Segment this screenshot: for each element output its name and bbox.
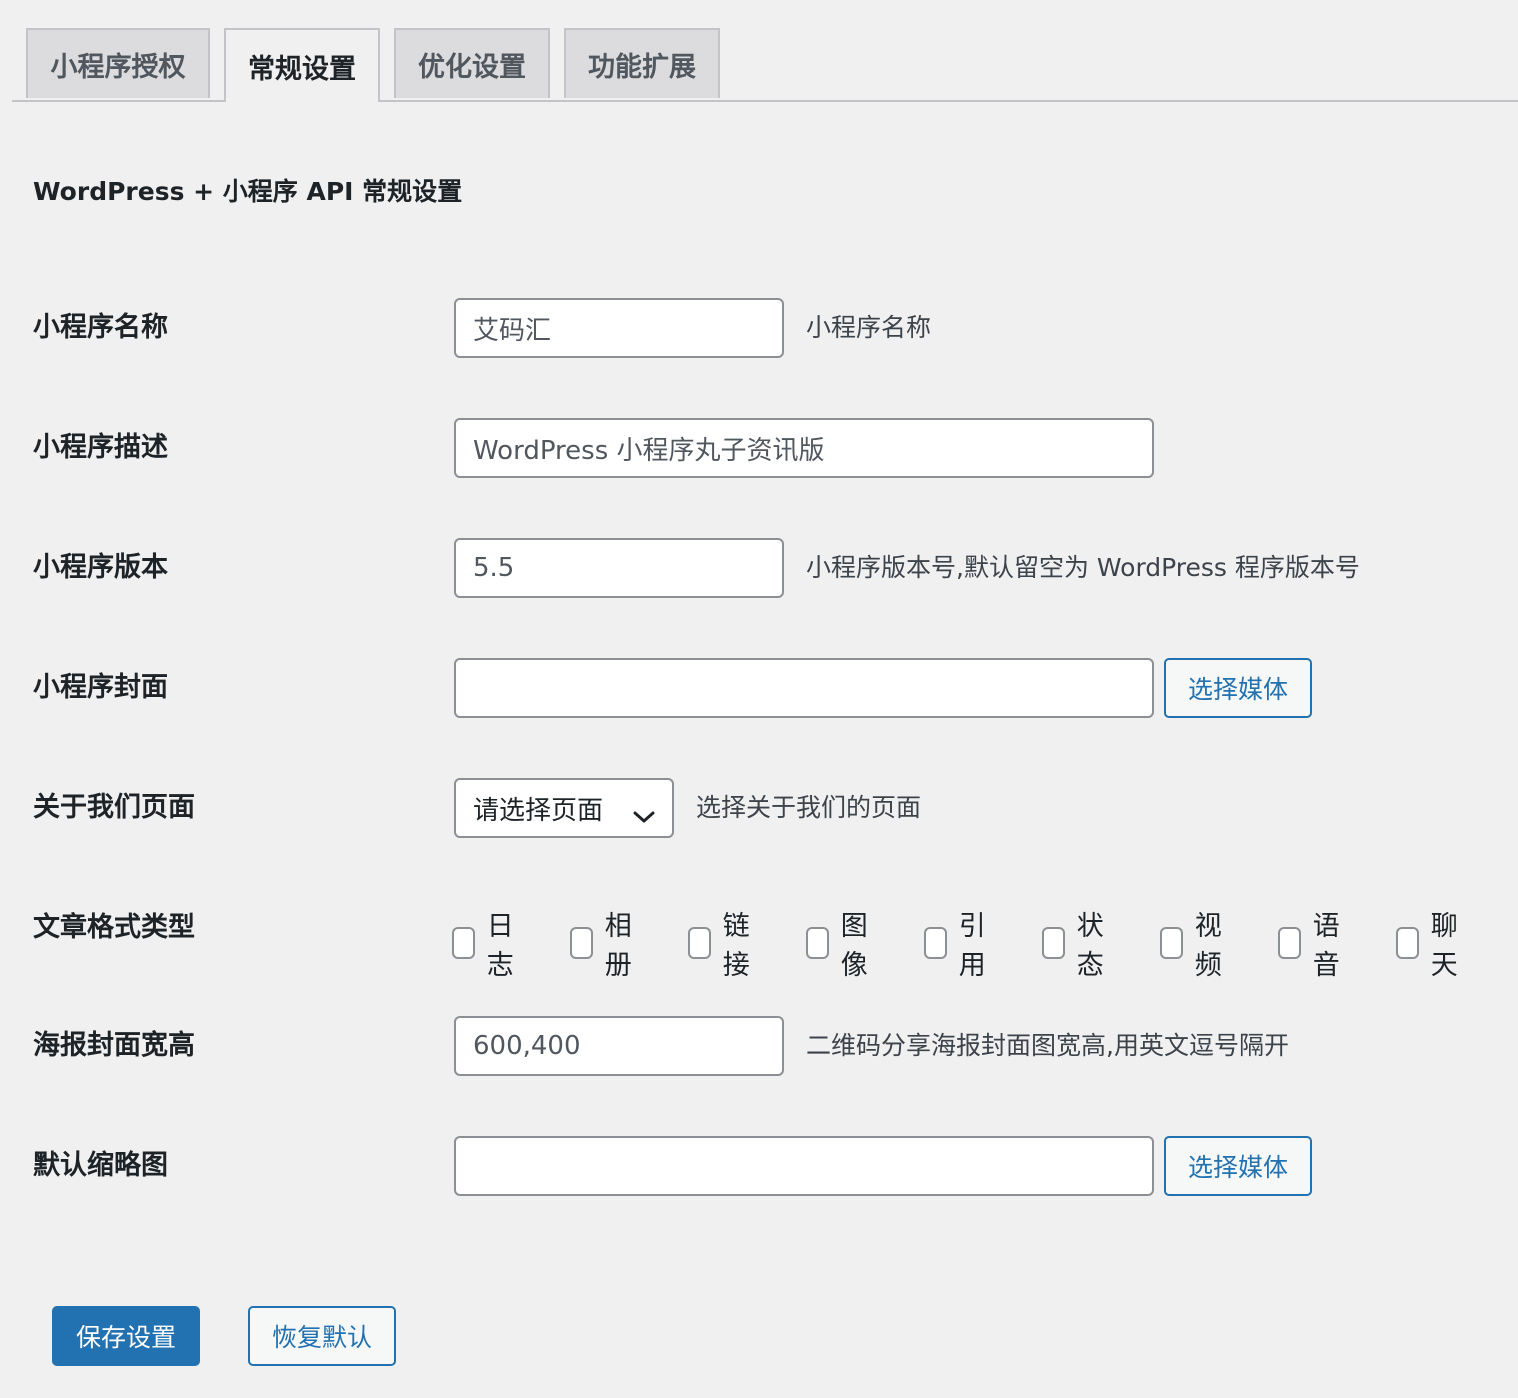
app-cover-input[interactable] — [454, 658, 1154, 718]
post-format-option-audio[interactable]: 语音 — [1278, 904, 1349, 982]
default-thumb-input[interactable] — [454, 1136, 1154, 1196]
checkbox-label: 聊天 — [1430, 911, 1458, 981]
tab-bar: 小程序授权 常规设置 优化设置 功能扩展 — [12, 28, 1518, 102]
app-cover-media-button[interactable]: 选择媒体 — [1164, 658, 1312, 718]
chevron-down-icon — [633, 801, 655, 823]
post-format-option-gallery[interactable]: 相册 — [570, 904, 641, 982]
save-settings-button[interactable]: 保存设置 — [52, 1306, 200, 1366]
post-format-option-aside[interactable]: 日志 — [452, 904, 523, 982]
checkbox-label: 链接 — [722, 911, 750, 981]
post-format-option-chat[interactable]: 聊天 — [1396, 904, 1467, 982]
tab-authorization[interactable]: 小程序授权 — [26, 28, 210, 98]
post-format-option-image[interactable]: 图像 — [806, 904, 877, 982]
checkbox[interactable] — [570, 927, 593, 959]
checkbox-label: 相册 — [604, 911, 632, 981]
reset-defaults-button[interactable]: 恢复默认 — [248, 1306, 396, 1366]
checkbox[interactable] — [1042, 927, 1065, 959]
app-version-label: 小程序版本 — [33, 552, 168, 583]
checkbox-label: 视频 — [1194, 911, 1222, 981]
default-thumb-media-button[interactable]: 选择媒体 — [1164, 1136, 1312, 1196]
checkbox[interactable] — [1396, 927, 1419, 959]
app-name-description: 小程序名称 — [806, 313, 932, 342]
checkbox-label: 日志 — [486, 911, 514, 981]
checkbox-label: 图像 — [840, 911, 868, 981]
app-name-label: 小程序名称 — [33, 312, 168, 343]
about-page-select[interactable]: 请选择页面 — [454, 778, 674, 838]
app-version-description: 小程序版本号,默认留空为 WordPress 程序版本号 — [806, 553, 1360, 582]
checkbox-label: 引用 — [958, 911, 986, 981]
checkbox-label: 状态 — [1076, 911, 1104, 981]
checkbox-label: 语音 — [1312, 911, 1340, 981]
checkbox[interactable] — [452, 927, 475, 959]
checkbox[interactable] — [806, 927, 829, 959]
app-desc-label: 小程序描述 — [33, 432, 168, 463]
app-name-input[interactable]: 艾码汇 — [454, 298, 784, 358]
default-thumb-label: 默认缩略图 — [33, 1150, 168, 1181]
section-title: WordPress + 小程序 API 常规设置 — [33, 177, 463, 206]
checkbox[interactable] — [1160, 927, 1183, 959]
checkbox[interactable] — [924, 927, 947, 959]
post-formats-label: 文章格式类型 — [33, 912, 195, 943]
app-version-input[interactable]: 5.5 — [454, 538, 784, 598]
tab-optimization[interactable]: 优化设置 — [394, 28, 550, 98]
poster-size-input[interactable]: 600,400 — [454, 1016, 784, 1076]
about-page-selected-value: 请选择页面 — [473, 795, 604, 826]
poster-size-label: 海报封面宽高 — [33, 1030, 195, 1061]
about-page-description: 选择关于我们的页面 — [696, 793, 922, 822]
tab-general-settings[interactable]: 常规设置 — [224, 28, 380, 102]
tab-extensions[interactable]: 功能扩展 — [564, 28, 720, 98]
post-format-option-status[interactable]: 状态 — [1042, 904, 1113, 982]
post-format-option-link[interactable]: 链接 — [688, 904, 759, 982]
poster-size-description: 二维码分享海报封面图宽高,用英文逗号隔开 — [806, 1031, 1289, 1060]
checkbox[interactable] — [688, 927, 711, 959]
about-page-label: 关于我们页面 — [33, 792, 195, 823]
post-format-option-quote[interactable]: 引用 — [924, 904, 995, 982]
post-format-option-video[interactable]: 视频 — [1160, 904, 1231, 982]
app-desc-input[interactable]: WordPress 小程序丸子资讯版 — [454, 418, 1154, 478]
app-cover-label: 小程序封面 — [33, 672, 168, 703]
checkbox[interactable] — [1278, 927, 1301, 959]
